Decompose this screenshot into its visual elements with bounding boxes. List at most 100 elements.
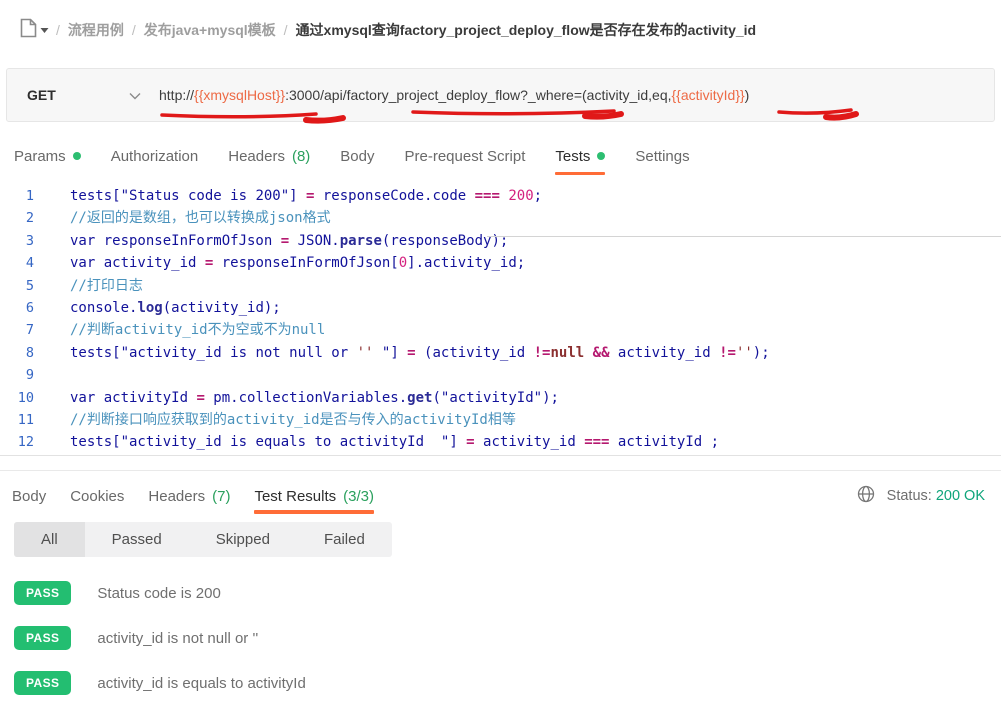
method-label: GET: [27, 87, 56, 103]
code-text: var activity_id = responseInFormOfJson[0…: [48, 252, 525, 274]
code-line[interactable]: 9: [0, 364, 1001, 386]
code-token: get: [407, 390, 432, 406]
tab-label: Body: [12, 488, 46, 505]
code-token: [584, 345, 592, 361]
code-token: //返回的是数组，也可以转换成json格式: [70, 210, 331, 226]
code-token: var responseInFormOfJson: [70, 233, 281, 249]
code-token: "Status code is 200": [121, 188, 290, 204]
url-segment-plain: :3000/api/factory_project_deploy_flow?_w…: [285, 87, 671, 103]
filter-tab-failed[interactable]: Failed: [297, 522, 392, 557]
line-number: 7: [0, 319, 48, 341]
request-tab-authorization[interactable]: Authorization: [111, 135, 199, 177]
status-label: Status:: [887, 488, 932, 504]
code-line[interactable]: 12tests["activity_id is equals to activi…: [0, 431, 1001, 453]
line-number: 4: [0, 252, 48, 274]
filter-tab-passed[interactable]: Passed: [85, 522, 189, 557]
line-number: 10: [0, 387, 48, 409]
breadcrumb-separator: /: [56, 22, 60, 38]
response-tab-test-results[interactable]: Test Results(3/3): [254, 478, 374, 514]
code-line[interactable]: 6console.log(activity_id);: [0, 297, 1001, 319]
line-number: 11: [0, 409, 48, 431]
globe-icon[interactable]: [857, 485, 875, 507]
code-line[interactable]: 1tests["Status code is 200"] = responseC…: [0, 185, 1001, 207]
code-line[interactable]: 8tests["activity_id is not null or '' "]…: [0, 342, 1001, 364]
code-token: activity_id: [610, 345, 720, 361]
line-number: 9: [0, 364, 48, 386]
test-results-list: PASSStatus code is 200PASSactivity_id is…: [14, 580, 987, 715]
code-token: JSON.: [289, 233, 340, 249]
code-line[interactable]: 3var responseInFormOfJson = JSON.parse(r…: [0, 230, 1001, 252]
tab-label: Settings: [635, 148, 689, 165]
code-token: ": [373, 345, 390, 361]
code-token: (activity_id);: [163, 300, 281, 316]
response-header: Body Cookies Headers (7) Test Results(3/3) S…: [0, 478, 1001, 514]
line-number: 3: [0, 230, 48, 252]
code-line[interactable]: 5//打印日志: [0, 275, 1001, 297]
test-result-text: activity_id is not null or '': [97, 630, 258, 647]
test-result-text: Status code is 200: [97, 585, 220, 602]
tests-code-editor[interactable]: 1tests["Status code is 200"] = responseC…: [0, 182, 1001, 456]
code-token: parse: [340, 233, 382, 249]
code-line[interactable]: 4var activity_id = responseInFormOfJson[…: [0, 252, 1001, 274]
filter-tab-all[interactable]: All: [14, 522, 85, 557]
code-text: var responseInFormOfJson = JSON.parse(re…: [48, 230, 508, 252]
tab-label: Pre-request Script: [405, 148, 526, 165]
code-token: =: [466, 434, 474, 450]
url-segment-variable: {{xmysqlHost}}: [194, 87, 285, 103]
code-text: tests["Status code is 200"] = responseCo…: [48, 185, 542, 207]
line-number: 12: [0, 431, 48, 453]
code-token: '': [736, 345, 753, 361]
code-token: //判断activity_id不为空或不为null: [70, 322, 325, 338]
code-token: responseInFormOfJson[: [213, 255, 398, 271]
breadcrumb-item[interactable]: 流程用例: [68, 20, 124, 40]
tab-label: Authorization: [111, 148, 199, 165]
code-text: var activityId = pm.collectionVariables.…: [48, 387, 559, 409]
tab-label: Body: [340, 148, 374, 165]
code-token: pm.collectionVariables.: [205, 390, 407, 406]
response-tab-cookies[interactable]: Cookies: [70, 478, 124, 514]
method-selector[interactable]: GET: [7, 87, 159, 103]
request-tab-settings[interactable]: Settings: [635, 135, 689, 177]
tab-label: Headers: [148, 488, 205, 505]
code-token: "activityId": [441, 390, 542, 406]
code-token: =: [196, 390, 204, 406]
url-input[interactable]: http://{{xmysqlHost}}:3000/api/factory_p…: [159, 87, 749, 103]
response-tab-headers[interactable]: Headers (7): [148, 478, 230, 514]
breadcrumb-separator: /: [132, 22, 136, 38]
code-token: activityId ;: [609, 434, 719, 450]
breadcrumb-item[interactable]: 发布java+mysql模板: [144, 20, 276, 40]
code-line[interactable]: 10var activityId = pm.collectionVariable…: [0, 387, 1001, 409]
pass-badge: PASS: [14, 581, 71, 605]
line-number: 2: [0, 207, 48, 229]
url-segment-plain: ): [745, 87, 750, 103]
code-token: =: [281, 233, 289, 249]
code-line[interactable]: 2 //返回的是数组，也可以转换成json格式: [0, 207, 1001, 229]
code-token: "activity_id is not null or: [121, 345, 357, 361]
chevron-down-icon: [129, 87, 141, 103]
line-number: 5: [0, 275, 48, 297]
tab-label: Cookies: [70, 488, 124, 505]
code-token: !=: [534, 345, 551, 361]
request-tab-body[interactable]: Body: [340, 135, 374, 177]
request-tab-pre-request-script[interactable]: Pre-request Script: [405, 135, 526, 177]
code-token: =: [407, 345, 415, 361]
request-tab-params[interactable]: Params: [14, 135, 81, 177]
filter-tab-skipped[interactable]: Skipped: [189, 522, 297, 557]
breadcrumb-trail: /流程用例/发布java+mysql模板/通过xmysql查询factory_p…: [56, 20, 756, 40]
code-text: tests["activity_id is not null or '' "] …: [48, 342, 770, 364]
code-text: //判断activity_id不为空或不为null: [48, 319, 325, 341]
request-tab-tests[interactable]: Tests: [555, 135, 605, 177]
breadcrumb: /流程用例/发布java+mysql模板/通过xmysql查询factory_p…: [20, 12, 991, 48]
unsaved-dot-icon: [73, 152, 81, 160]
pane-resize-divider[interactable]: [487, 236, 1001, 237]
code-line[interactable]: 11//判断接口响应获取到的activity_id是否与传入的activityI…: [0, 409, 1001, 431]
tab-count: (7): [212, 488, 230, 505]
test-result-filter: AllPassedSkippedFailed: [14, 522, 392, 557]
collection-file-button[interactable]: [20, 18, 49, 43]
response-status-area: Status: 200 OK: [857, 485, 985, 507]
response-tab-body[interactable]: Body: [12, 478, 46, 514]
code-line[interactable]: 7 //判断activity_id不为空或不为null: [0, 319, 1001, 341]
request-tab-headers[interactable]: Headers(8): [228, 135, 310, 177]
code-token: ]: [289, 188, 306, 204]
code-token: (activity_id: [416, 345, 534, 361]
